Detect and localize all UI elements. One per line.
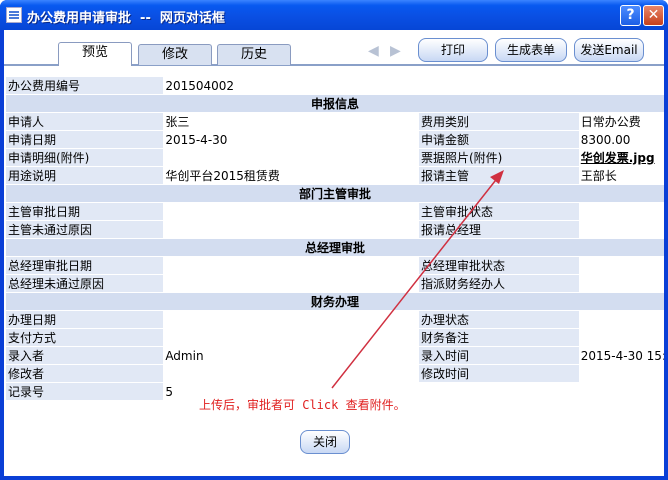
record-no-value: 201504002 <box>163 76 664 95</box>
entered-by-label: 录入者 <box>6 346 164 365</box>
gm-status-value <box>578 256 664 275</box>
send-email-button[interactable]: 发送Email <box>574 38 644 62</box>
prev-arrow-icon[interactable]: ◀ <box>368 43 382 59</box>
handle-status-label: 办理状态 <box>418 310 579 329</box>
table-row: 修改者 修改时间 <box>6 364 664 383</box>
table-row: 主管未通过原因 报请总经理 <box>6 220 664 239</box>
table-row: 总经理未通过原因 指派财务经办人 <box>6 274 664 293</box>
apply-date-value: 2015-4-30 <box>163 130 419 149</box>
table-row: 申请人 张三 费用类别 日常办公费 <box>6 112 664 131</box>
expense-form-table: 办公费用编号 201504002 申报信息 申请人 张三 费用类别 日常办公费 … <box>6 76 664 400</box>
table-row: 支付方式 财务备注 <box>6 328 664 347</box>
print-button[interactable]: 打印 <box>418 38 488 62</box>
applicant-label: 申请人 <box>6 112 164 131</box>
dialog-window: 办公费用申请审批 -- 网页对话框 ? ✕ 预览 修改 历史 ◀ ▶ 打印 生成… <box>0 0 668 480</box>
purpose-value: 华创平台2015租赁费 <box>163 166 419 185</box>
purpose-label: 用途说明 <box>6 166 164 185</box>
finance-note-label: 财务备注 <box>418 328 579 347</box>
title-bar[interactable]: 办公费用申请审批 -- 网页对话框 ? ✕ <box>0 0 668 30</box>
entered-by-value: Admin <box>163 346 419 365</box>
sup-date-value <box>163 202 419 221</box>
apply-date-label: 申请日期 <box>6 130 164 149</box>
entered-time-label: 录入时间 <box>418 346 579 365</box>
close-button[interactable]: 关闭 <box>300 430 350 454</box>
table-row: 申报信息 <box>6 94 664 113</box>
assign-finance-label: 指派财务经办人 <box>418 274 579 293</box>
window-title: 办公费用申请审批 -- 网页对话框 <box>27 11 225 26</box>
section-header-finance: 财务办理 <box>6 292 664 311</box>
table-row: 录入者 Admin 录入时间 2015-4-30 15:15:38 <box>6 346 664 365</box>
detail-attachment-label: 申请明细(附件) <box>6 148 164 167</box>
gm-reason-value <box>163 274 419 293</box>
expense-type-label: 费用类别 <box>418 112 579 131</box>
next-arrow-icon[interactable]: ▶ <box>390 43 404 59</box>
tab-history[interactable]: 历史 <box>217 44 291 65</box>
supervisor-label: 报请主管 <box>418 166 579 185</box>
table-row: 财务办理 <box>6 292 664 311</box>
detail-attachment-value <box>163 148 419 167</box>
finance-note-value <box>578 328 664 347</box>
table-row: 总经理审批 <box>6 238 664 257</box>
empty-cell <box>418 382 579 400</box>
table-row: 用途说明 华创平台2015租赁费 报请主管 王部长 <box>6 166 664 185</box>
supervisor-value: 王部长 <box>578 166 664 185</box>
modified-time-value <box>578 364 664 383</box>
dialog-content: 预览 修改 历史 ◀ ▶ 打印 生成表单 发送Email 办公费用编号 2015… <box>4 30 664 476</box>
generate-form-button[interactable]: 生成表单 <box>495 38 567 62</box>
handle-date-value <box>163 310 419 329</box>
tab-preview[interactable]: 预览 <box>58 42 132 66</box>
report-gm-value <box>578 220 664 239</box>
table-row: 申请明细(附件) 票据照片(附件) 华创发票.jpg <box>6 148 664 167</box>
table-row: 申请日期 2015-4-30 申请金额 8300.00 <box>6 130 664 149</box>
amount-value: 8300.00 <box>578 130 664 149</box>
record-count-label: 记录号 <box>6 382 164 400</box>
report-gm-label: 报请总经理 <box>418 220 579 239</box>
table-row: 部门主管审批 <box>6 184 664 203</box>
table-row: 总经理审批日期 总经理审批状态 <box>6 256 664 275</box>
sup-status-label: 主管审批状态 <box>418 202 579 221</box>
section-header-dept: 部门主管审批 <box>6 184 664 203</box>
sup-date-label: 主管审批日期 <box>6 202 164 221</box>
handle-date-label: 办理日期 <box>6 310 164 329</box>
handle-status-value <box>578 310 664 329</box>
help-button[interactable]: ? <box>620 5 641 26</box>
section-header-report: 申报信息 <box>6 94 664 113</box>
sup-status-value <box>578 202 664 221</box>
gm-reason-label: 总经理未通过原因 <box>6 274 164 293</box>
entered-time-value: 2015-4-30 15:15:38 <box>578 346 664 365</box>
tab-edit[interactable]: 修改 <box>138 44 212 65</box>
table-row: 主管审批日期 主管审批状态 <box>6 202 664 221</box>
receipt-attachment-link[interactable]: 华创发票.jpg <box>578 148 664 167</box>
tab-bar: 预览 修改 历史 ◀ ▶ 打印 生成表单 发送Email <box>4 30 664 66</box>
applicant-value: 张三 <box>163 112 419 131</box>
gm-date-label: 总经理审批日期 <box>6 256 164 275</box>
modified-time-label: 修改时间 <box>418 364 579 383</box>
sup-reason-label: 主管未通过原因 <box>6 220 164 239</box>
pay-method-value <box>163 328 419 347</box>
amount-label: 申请金额 <box>418 130 579 149</box>
sup-reason-value <box>163 220 419 239</box>
table-row: 办公费用编号 201504002 <box>6 76 664 95</box>
close-window-button[interactable]: ✕ <box>643 5 664 26</box>
section-header-gm: 总经理审批 <box>6 238 664 257</box>
assign-finance-value <box>578 274 664 293</box>
modified-by-label: 修改者 <box>6 364 164 383</box>
record-no-label: 办公费用编号 <box>6 76 164 95</box>
expense-type-value: 日常办公费 <box>578 112 664 131</box>
annotation-text: 上传后，审批者可 Click 查看附件。 <box>199 398 406 412</box>
gm-status-label: 总经理审批状态 <box>418 256 579 275</box>
modified-by-value <box>163 364 419 383</box>
receipt-attachment-label: 票据照片(附件) <box>418 148 579 167</box>
pay-method-label: 支付方式 <box>6 328 164 347</box>
empty-cell <box>578 382 664 400</box>
gm-date-value <box>163 256 419 275</box>
table-row: 办理日期 办理状态 <box>6 310 664 329</box>
page-icon <box>6 7 22 23</box>
